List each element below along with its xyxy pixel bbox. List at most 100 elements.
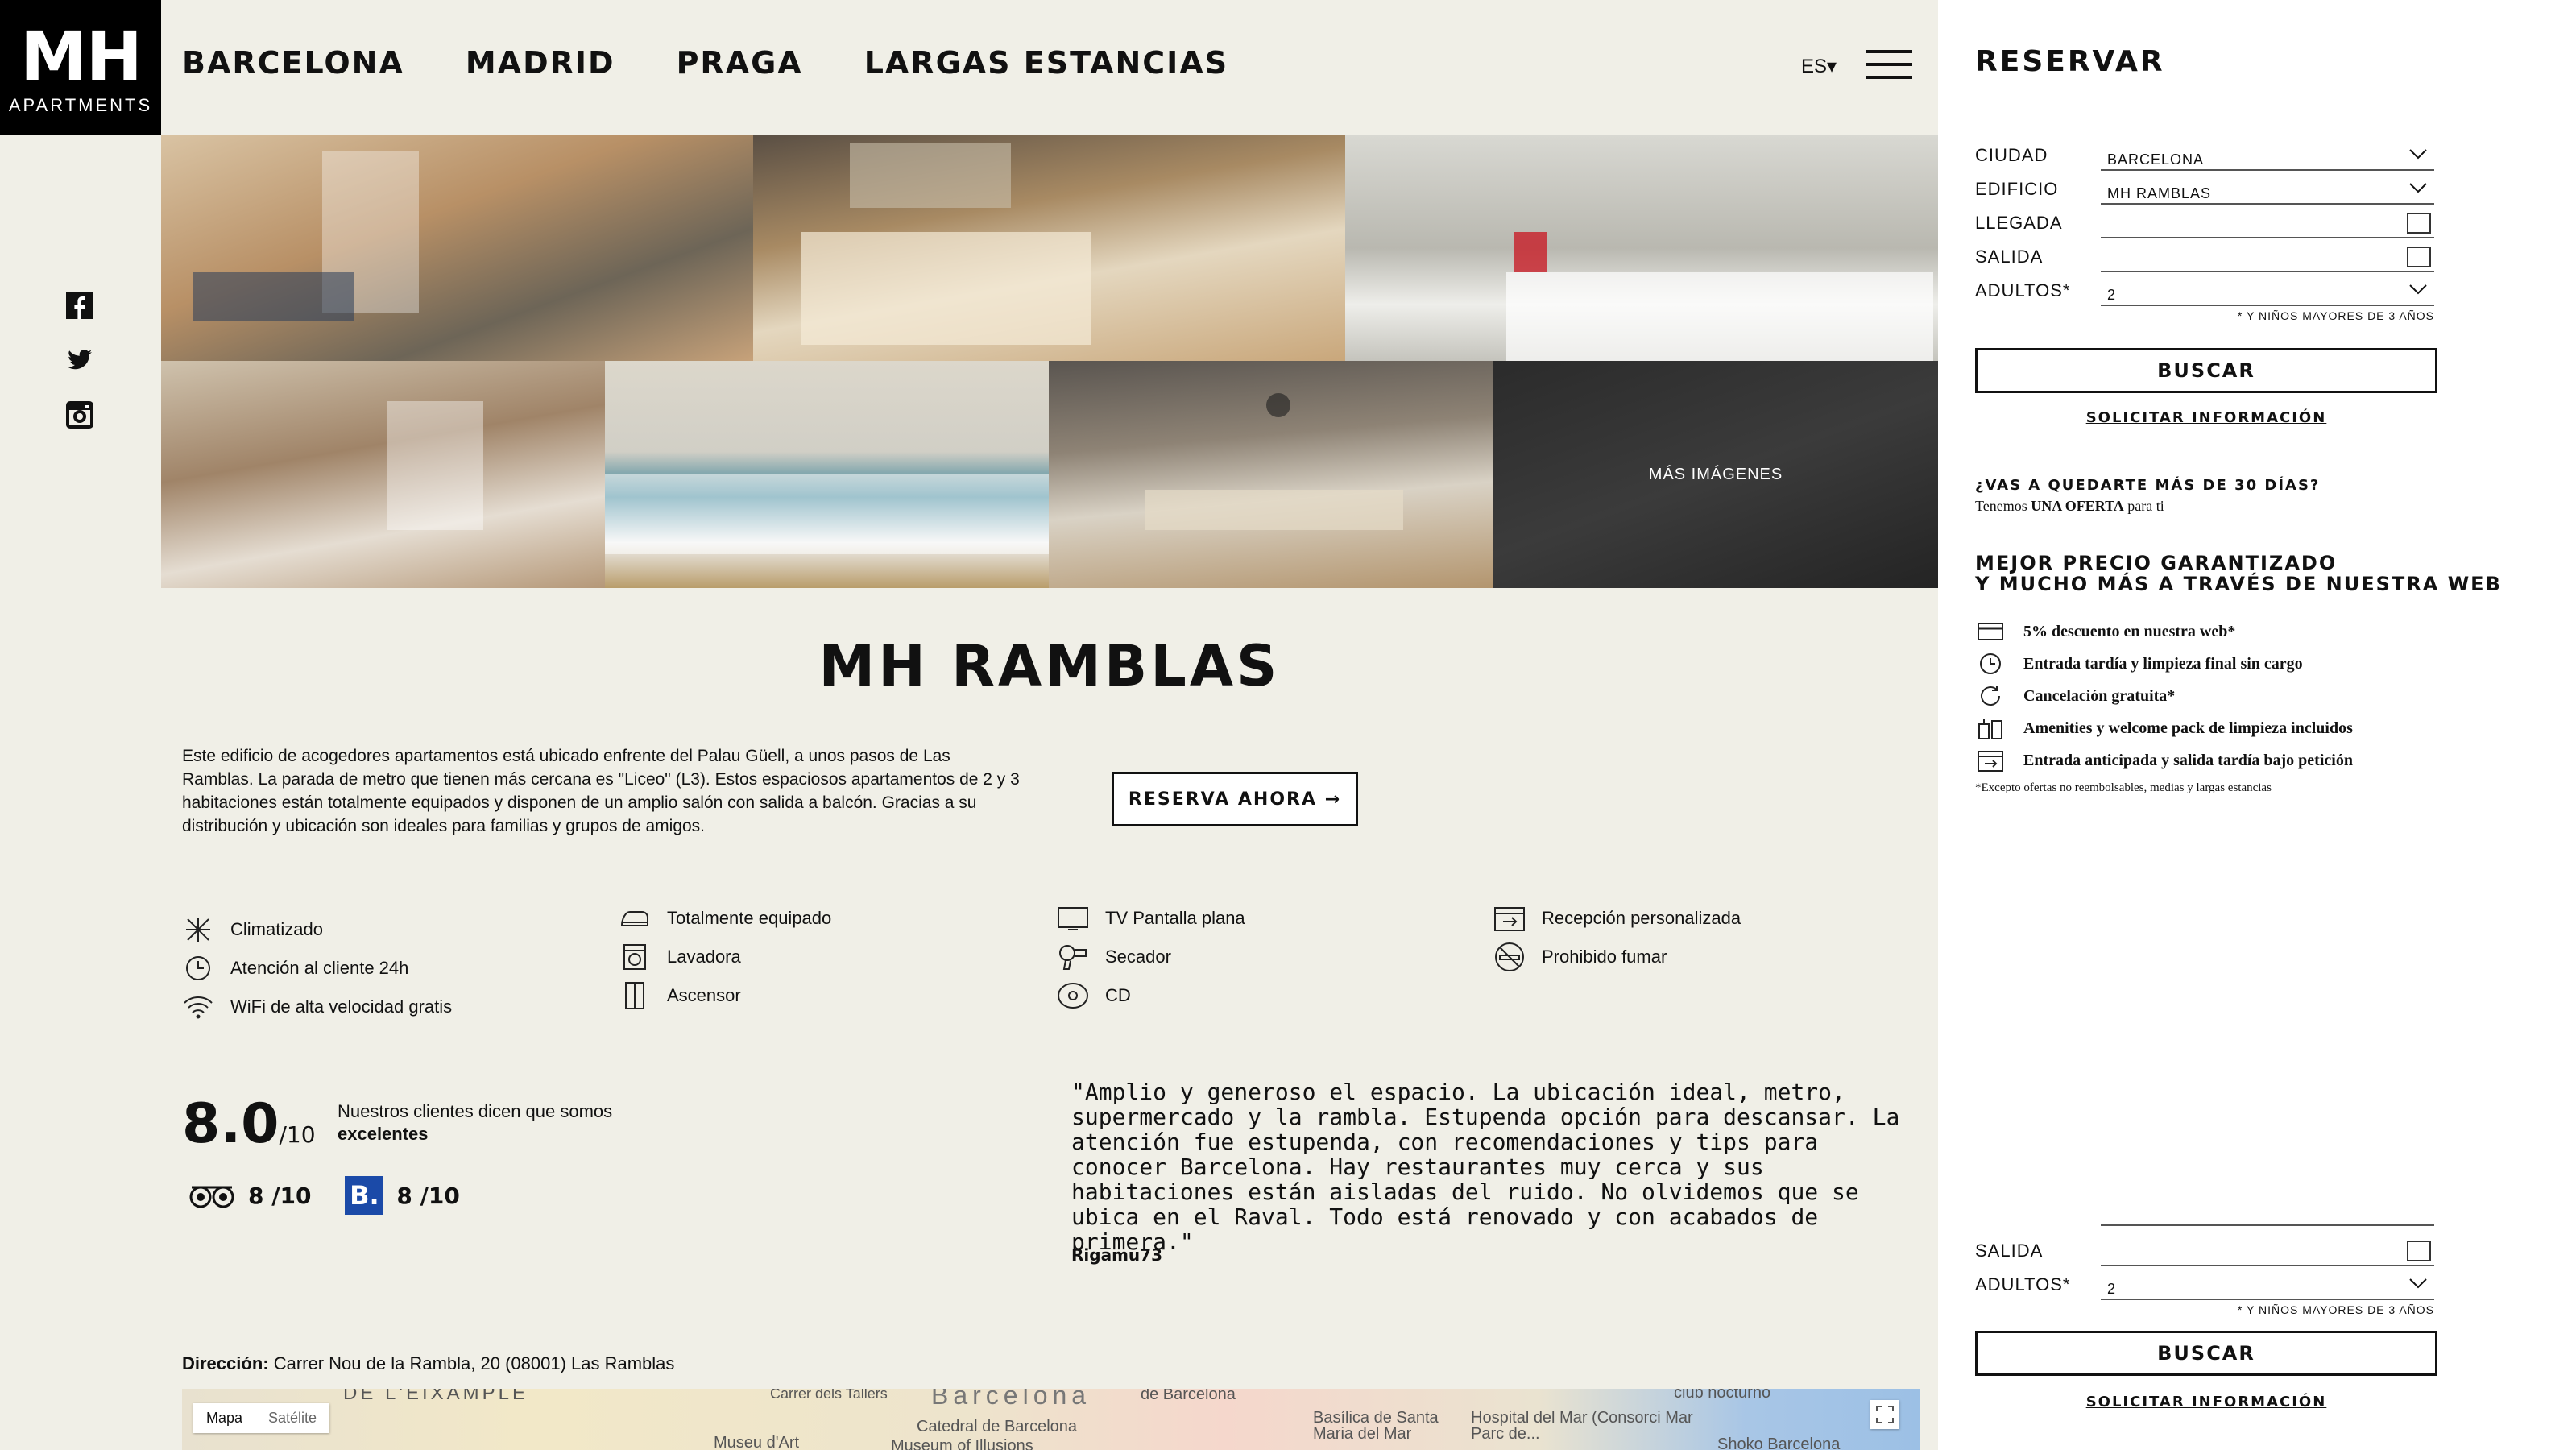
map-label: de Barcelona <box>1141 1389 1236 1403</box>
sticky-arrival-row <box>1975 1210 2434 1234</box>
amenity-label: TV Pantalla plana <box>1105 908 1245 928</box>
map-label: Shoko Barcelona <box>1717 1436 1841 1450</box>
long-stay-text: Tenemos UNA OFERTA para ti <box>1975 498 2164 514</box>
calendar-icon[interactable] <box>2407 213 2431 234</box>
arrival-date-input[interactable] <box>2101 211 2434 238</box>
map-label: DE L'EIXAMPLE <box>343 1389 528 1404</box>
nav-barcelona[interactable]: BARCELONA <box>182 45 404 81</box>
calendar-icon[interactable] <box>2407 1241 2431 1262</box>
benefit-item: Entrada anticipada y salida tardía bajo … <box>1975 744 2353 777</box>
reserve-now-button[interactable]: RESERVA AHORA → <box>1112 772 1358 826</box>
location-map[interactable]: Mapa Satélite DE L'EIXAMPLE Carrer dels … <box>182 1389 1920 1450</box>
adults-select[interactable]: 2 <box>2101 279 2434 306</box>
address-label: Dirección: <box>182 1353 269 1373</box>
amenity-item: TV Pantalla plana <box>1057 902 1245 934</box>
photo-bathroom[interactable] <box>161 361 605 588</box>
photo-living-room[interactable] <box>161 135 753 361</box>
instagram-icon[interactable] <box>66 401 93 429</box>
best-price-heading: MEJOR PRECIO GARANTIZADO Y MUCHO MÁS A T… <box>1975 552 2502 595</box>
social-links <box>66 292 95 456</box>
map-label: Hospital del Mar (Consorci Mar Parc de..… <box>1471 1409 1693 1443</box>
amenity-label: Prohibido fumar <box>1542 947 1667 967</box>
amenity-item: Recepción personalizada <box>1493 902 1741 934</box>
map-label: Museum of Illusions <box>891 1437 1033 1450</box>
building-description: Este edificio de acogedores apartamentos… <box>182 747 1020 835</box>
arrival-row: LLEGADA <box>1975 206 2434 240</box>
rating-verdict: excelentes <box>338 1124 429 1144</box>
map-type-toggle: Mapa Satélite <box>193 1403 330 1433</box>
departure-date-input[interactable] <box>2101 1239 2434 1266</box>
language-selector[interactable]: ES▾ <box>1801 55 1837 78</box>
chevron-down-icon <box>2409 284 2427 295</box>
city-label: CIUDAD <box>1975 145 2048 165</box>
review-author: Rigamu73 <box>1071 1245 1162 1265</box>
sticky-arrival-input[interactable] <box>2101 1210 2434 1226</box>
photo-twin-bedroom[interactable] <box>605 361 1049 588</box>
amenity-item: Secador <box>1057 941 1171 973</box>
nav-praga[interactable]: PRAGA <box>677 45 803 81</box>
photo-dining-room[interactable] <box>1049 361 1493 588</box>
city-row: CIUDAD BARCELONA <box>1975 139 2434 172</box>
adults-select[interactable]: 2 <box>2101 1273 2434 1300</box>
departure-date-input[interactable] <box>2101 245 2434 272</box>
sticky-search-button[interactable]: BUSCAR <box>1975 1331 2437 1376</box>
photo-bedroom[interactable] <box>753 135 1345 361</box>
calendar-icon[interactable] <box>2407 246 2431 267</box>
city-select[interactable]: BARCELONA <box>2101 143 2434 171</box>
chevron-down-icon <box>2409 1278 2427 1289</box>
amenity-label: Secador <box>1105 947 1171 967</box>
clock-24-icon <box>182 952 214 984</box>
booking-panel: RESERVAR CIUDAD BARCELONA EDIFICIO MH RA… <box>1938 0 2576 1450</box>
calendar-icon <box>1975 748 2006 773</box>
amenity-label: Totalmente equipado <box>667 908 832 928</box>
amenity-item: CD <box>1057 980 1131 1012</box>
rating-text: Nuestros clientes dicen que somos <box>338 1101 613 1121</box>
children-note: * Y NIÑOS MAYORES DE 3 AÑOS <box>2237 309 2434 322</box>
logo-mark: MH <box>20 17 143 96</box>
fullscreen-icon[interactable] <box>1870 1400 1899 1429</box>
photo-kitchen[interactable] <box>1345 135 1938 361</box>
nav-madrid[interactable]: MADRID <box>466 45 615 81</box>
calendar-checkin-icon <box>1493 902 1526 934</box>
main-nav: BARCELONA MADRID PRAGA LARGAS ESTANCIAS <box>182 45 1228 81</box>
snowflake-icon <box>182 914 214 946</box>
building-select[interactable]: MH RAMBLAS <box>2101 177 2434 205</box>
amenity-item: WiFi de alta velocidad gratis <box>182 991 452 1023</box>
elevator-icon <box>619 980 651 1012</box>
rating-scale: /10 <box>279 1121 316 1148</box>
facebook-icon[interactable] <box>66 292 93 319</box>
chevron-down-icon <box>2409 149 2427 160</box>
booking-score: 8 /10 <box>396 1182 460 1209</box>
benefit-item: Entrada tardía y limpieza final sin carg… <box>1975 648 2353 680</box>
iron-icon <box>619 902 651 934</box>
clock-icon <box>1975 652 2006 676</box>
chevron-down-icon <box>2409 183 2427 193</box>
twitter-icon[interactable] <box>66 346 93 374</box>
map-tab-map[interactable]: Mapa <box>193 1403 255 1433</box>
adults-label: ADULTOS* <box>1975 280 2071 300</box>
more-images-tile[interactable]: MÁS IMÁGENES <box>1493 361 1938 588</box>
map-label: Museu d'Art <box>714 1434 800 1450</box>
address: Dirección: Carrer Nou de la Rambla, 20 (… <box>182 1353 674 1374</box>
benefit-item: Cancelación gratuita* <box>1975 680 2353 712</box>
cd-icon <box>1057 980 1089 1012</box>
nav-largas-estancias[interactable]: LARGAS ESTANCIAS <box>864 45 1228 81</box>
benefit-item: Amenities y welcome pack de limpieza inc… <box>1975 712 2353 744</box>
long-stay-offer-link[interactable]: UNA OFERTA <box>2031 498 2124 514</box>
search-button[interactable]: BUSCAR <box>1975 348 2437 393</box>
menu-icon[interactable] <box>1866 50 1912 79</box>
amenity-item: Climatizado <box>182 914 323 946</box>
request-info-link[interactable]: SOLICITAR INFORMACIÓN <box>1975 409 2437 426</box>
amenity-item: Totalmente equipado <box>619 902 831 934</box>
no-smoking-icon <box>1493 941 1526 973</box>
logo[interactable]: MH APARTMENTS <box>0 0 161 135</box>
sticky-request-info-link[interactable]: SOLICITAR INFORMACIÓN <box>1975 1394 2437 1411</box>
building-label: EDIFICIO <box>1975 179 2059 199</box>
benefits-list: 5% descuento en nuestra web* Entrada tar… <box>1975 615 2353 777</box>
map-tab-satellite[interactable]: Satélite <box>255 1403 329 1433</box>
long-stay-heading: ¿VAS A QUEDARTE MÁS DE 30 DÍAS? <box>1975 477 2321 494</box>
map-label: Basílica de Santa Maria del Mar <box>1313 1409 1439 1443</box>
tripadvisor-score: 8 /10 <box>248 1182 312 1209</box>
map-label: Barcelona <box>931 1389 1091 1410</box>
page-title: MH RAMBLAS <box>818 633 1281 699</box>
